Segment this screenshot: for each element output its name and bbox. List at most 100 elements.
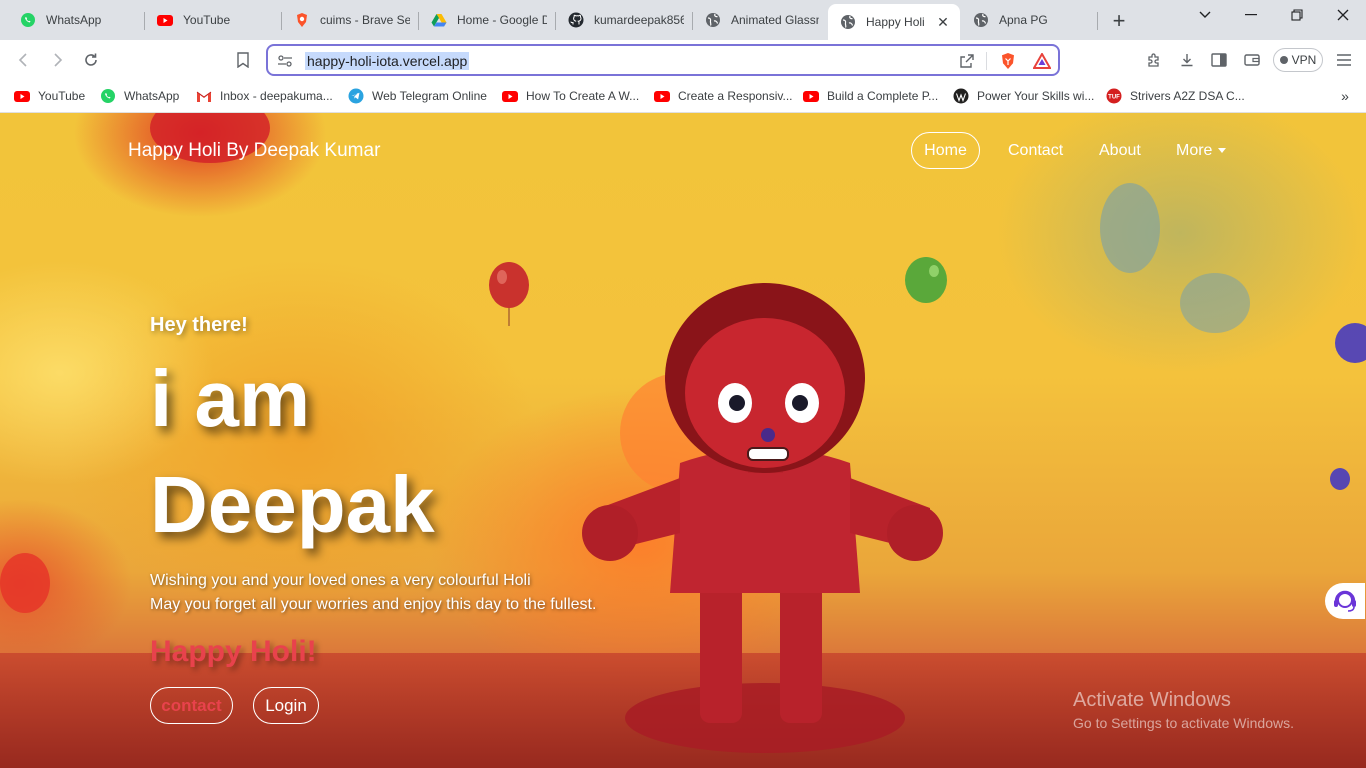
bookmark-strivers-dsa[interactable]: TUF Strivers A2Z DSA C... (1106, 85, 1245, 107)
headset-support-icon (1334, 590, 1356, 612)
globe-icon (840, 14, 856, 30)
tab-github[interactable]: kumardeepak856 (556, 4, 692, 36)
tab-animated-glass[interactable]: Animated Glassm (693, 4, 827, 36)
brave-search-icon (294, 12, 310, 28)
bookmark-telegram[interactable]: Web Telegram Online (348, 85, 487, 107)
page-viewport: Happy Holi By Deepak Kumar Home Contact … (0, 113, 1366, 768)
red-balloon-icon (489, 262, 529, 326)
bookmark-label: Inbox - deepakuma... (220, 89, 333, 103)
tab-title: Home - Google D (457, 13, 547, 27)
download-icon[interactable] (1175, 48, 1199, 72)
bookmark-label: WhatsApp (124, 89, 180, 103)
new-tab-plus-icon[interactable]: + (1106, 8, 1132, 34)
site-brand[interactable]: Happy Holi By Deepak Kumar (128, 140, 380, 162)
nav-more-dropdown[interactable]: More (1176, 142, 1227, 160)
close-window-icon[interactable] (1320, 0, 1366, 30)
nav-home-button[interactable]: Home (911, 132, 980, 169)
hero-greeting: Hey there! (150, 314, 248, 336)
tab-title: Apna PG (999, 13, 1048, 27)
bookmarks-overflow-chevron-icon[interactable]: » (1336, 85, 1354, 107)
tab-apna-pg[interactable]: Apna PG (961, 4, 1097, 36)
tab-strip: WhatsApp YouTube cuims - Brave Sea Home … (0, 0, 1366, 40)
support-chat-button[interactable] (1325, 583, 1365, 619)
tab-cuims-search[interactable]: cuims - Brave Sea (282, 4, 418, 36)
bookmark-label: Web Telegram Online (372, 89, 487, 103)
forward-arrow-icon[interactable] (45, 48, 69, 72)
vpn-button[interactable]: VPN (1273, 48, 1323, 72)
sidebar-panel-icon[interactable] (1207, 48, 1231, 72)
brave-shields-icon[interactable] (999, 52, 1017, 70)
restore-icon[interactable] (1274, 0, 1320, 30)
whatsapp-icon (20, 12, 36, 28)
hero-message-line2: May you forget all your worries and enjo… (150, 596, 597, 613)
nav-about-link[interactable]: About (1099, 142, 1141, 160)
bookmark-label: Build a Complete P... (827, 89, 939, 103)
bookmark-gmail[interactable]: Inbox - deepakuma... (196, 85, 333, 107)
tab-youtube[interactable]: YouTube (145, 4, 281, 36)
youtube-icon (157, 12, 173, 28)
vpn-status-icon (1279, 56, 1288, 64)
login-button[interactable]: Login (253, 687, 319, 724)
brave-rewards-icon[interactable] (1033, 52, 1051, 70)
happy-holi-text: Happy Holi! (150, 635, 317, 668)
back-arrow-icon[interactable] (12, 48, 36, 72)
color-splash (0, 553, 50, 613)
tab-separator (1097, 12, 1098, 30)
site-settings-icon[interactable] (276, 52, 294, 70)
contact-button[interactable]: contact (150, 687, 233, 724)
hero-headline-line2: Deepak (150, 460, 435, 549)
bookmark-label: How To Create A W... (526, 89, 640, 103)
nav-contact-link[interactable]: Contact (1008, 142, 1063, 160)
tab-title: WhatsApp (46, 13, 102, 27)
bookmark-label: Power Your Skills wi... (977, 89, 1095, 103)
color-splash (1180, 273, 1250, 333)
bookmark-power-your-skills[interactable]: Power Your Skills wi... (953, 85, 1094, 107)
caret-down-icon (1218, 148, 1227, 154)
globe-icon (705, 12, 721, 28)
bookmark-youtube[interactable]: YouTube (14, 85, 85, 107)
tab-whatsapp[interactable]: WhatsApp (8, 4, 144, 36)
google-drive-icon (431, 12, 447, 28)
bookmark-label: Create a Responsiv... (678, 89, 793, 103)
bookmark-icon[interactable] (231, 48, 255, 72)
holi-boy-character (582, 283, 943, 753)
color-splash (1330, 468, 1350, 490)
activate-windows-subtitle: Go to Settings to activate Windows. (1073, 715, 1294, 731)
bookmark-create-responsive[interactable]: Create a Responsiv... (654, 85, 793, 107)
color-splash (1100, 183, 1160, 273)
address-bar[interactable]: happy-holi-iota.vercel.app (266, 44, 1060, 76)
tab-title: Happy Holi 2 (866, 15, 928, 29)
minimize-icon[interactable] (1228, 0, 1274, 30)
activate-windows-title: Activate Windows (1073, 689, 1231, 711)
url-text[interactable]: happy-holi-iota.vercel.app (305, 52, 470, 70)
extensions-puzzle-icon[interactable] (1142, 48, 1166, 72)
nav-more-label: More (1176, 142, 1213, 159)
bookmark-label: Strivers A2Z DSA C... (1130, 89, 1245, 103)
tab-google-drive[interactable]: Home - Google D (419, 4, 555, 36)
tab-happy-holi[interactable]: Happy Holi 2 ✕ (828, 4, 960, 40)
vpn-label: VPN (1291, 53, 1317, 67)
bookmark-label: YouTube (38, 89, 86, 103)
bookmark-how-to-create[interactable]: How To Create A W... (502, 85, 639, 107)
tab-title: cuims - Brave Sea (320, 13, 410, 27)
tab-search-chevron-icon[interactable] (1182, 0, 1228, 30)
github-icon (568, 12, 584, 28)
youtube-icon (502, 88, 518, 104)
bookmark-build-complete[interactable]: Build a Complete P... (803, 85, 938, 107)
youtube-icon (803, 88, 819, 104)
wallet-icon[interactable] (1240, 48, 1264, 72)
tab-close-icon[interactable]: ✕ (934, 13, 952, 31)
browser-toolbar: happy-holi-iota.vercel.app VPN (0, 40, 1366, 80)
gmail-icon (196, 88, 212, 104)
tab-title: Animated Glassm (731, 13, 819, 27)
reload-icon[interactable] (79, 48, 103, 72)
tuf-icon: TUF (1106, 88, 1122, 104)
menu-hamburger-icon[interactable] (1332, 48, 1356, 72)
youtube-icon (14, 88, 30, 104)
wordpress-icon (953, 88, 969, 104)
bookmark-whatsapp[interactable]: WhatsApp (100, 85, 179, 107)
bookmarks-bar: YouTube WhatsApp Inbox - deepakuma... We… (0, 80, 1366, 113)
omnibox-divider (986, 52, 987, 70)
hero-headline-line1: i am (150, 354, 311, 443)
share-icon[interactable] (958, 52, 976, 70)
